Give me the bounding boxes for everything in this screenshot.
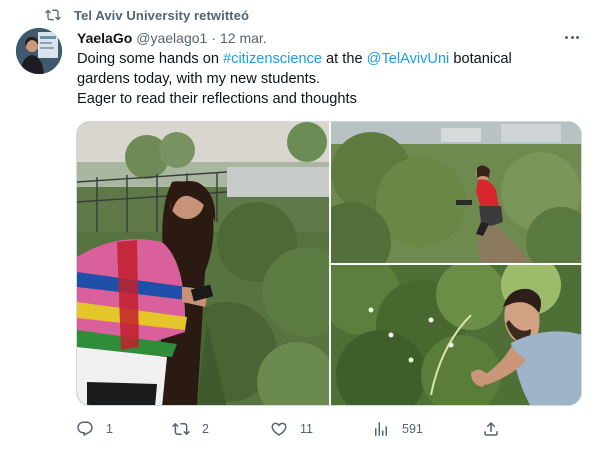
text-segment: at the bbox=[322, 51, 367, 67]
views-icon bbox=[375, 422, 387, 436]
separator: · bbox=[211, 29, 216, 46]
share-icon bbox=[484, 421, 498, 436]
like-count: 11 bbox=[300, 422, 313, 436]
text-segment: Doing some hands on bbox=[77, 51, 224, 67]
mention-link[interactable]: @TelAvivUni bbox=[367, 51, 450, 67]
retweet-count: 2 bbox=[202, 422, 209, 436]
author-name[interactable]: YaelaGo bbox=[77, 30, 132, 46]
retweet-icon bbox=[45, 7, 61, 23]
retweet-indicator[interactable]: Tel Aviv University retwitteó bbox=[45, 7, 249, 23]
tweet-text: Doing some hands on #citizenscience at t… bbox=[77, 49, 567, 109]
tweet-text-line-2: gardens today, with my new students. bbox=[77, 71, 321, 87]
retweet-label: Tel Aviv University retwitteó bbox=[74, 7, 250, 23]
tweet-header: YaelaGo @yaelago1 · 12 mar. bbox=[77, 28, 267, 47]
share-button[interactable] bbox=[482, 418, 500, 440]
reply-icon bbox=[77, 421, 93, 437]
heart-icon bbox=[271, 422, 287, 436]
retweet-button[interactable]: 2 bbox=[172, 418, 209, 440]
author-handle[interactable]: @yaelago1 bbox=[136, 30, 207, 46]
reply-button[interactable]: 1 bbox=[76, 418, 113, 440]
photo-man-examining-plants[interactable] bbox=[331, 265, 581, 405]
photo-student-crouching[interactable] bbox=[331, 122, 581, 263]
views-count: 591 bbox=[402, 422, 423, 436]
hashtag-link[interactable]: #citizenscience bbox=[223, 51, 322, 67]
reply-count: 1 bbox=[106, 422, 113, 436]
tweet-date[interactable]: 12 mar. bbox=[220, 30, 267, 46]
tweet-actions: 1 2 11 591 bbox=[76, 418, 506, 440]
photo-student-with-phone[interactable] bbox=[77, 122, 329, 405]
tweet-text-line-3: Eager to read their reflections and thou… bbox=[77, 91, 357, 107]
retweet-icon bbox=[172, 422, 190, 436]
tweet-text-line-1: Doing some hands on #citizenscience at t… bbox=[77, 49, 567, 69]
media-grid bbox=[76, 121, 582, 406]
more-options-icon[interactable] bbox=[561, 28, 583, 46]
like-button[interactable]: 11 bbox=[270, 418, 313, 440]
views-button[interactable]: 591 bbox=[372, 418, 423, 440]
avatar[interactable] bbox=[16, 28, 62, 74]
text-segment: botanical bbox=[449, 51, 512, 67]
